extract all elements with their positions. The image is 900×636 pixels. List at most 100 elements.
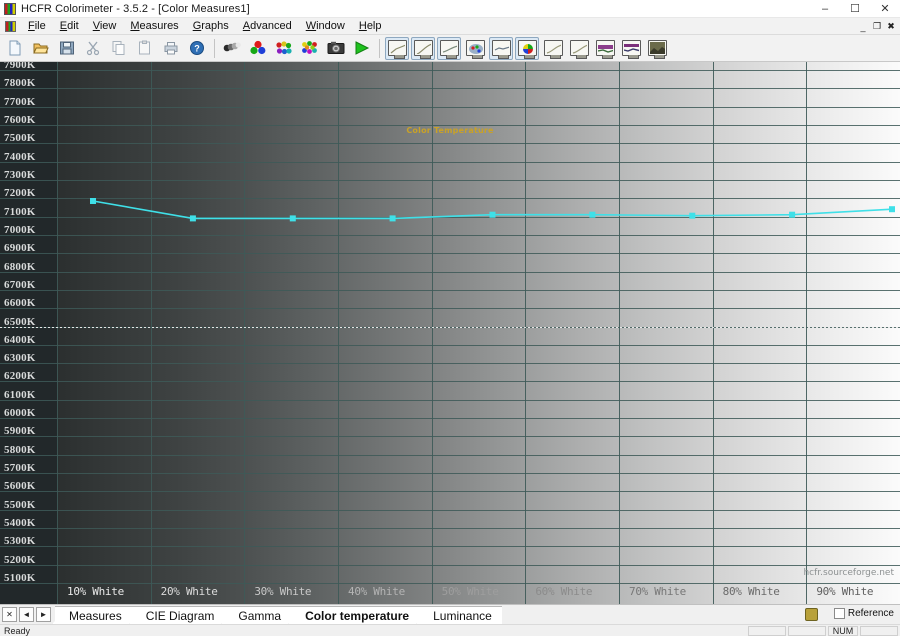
y-axis-tick-label: 7800K — [4, 77, 36, 90]
grayscale-measure-button[interactable] — [220, 37, 244, 60]
open-folder-icon — [33, 43, 49, 54]
mdi-close-button[interactable]: ✖ — [884, 20, 898, 34]
status-cell-1 — [748, 625, 786, 636]
y-axis-tick-label: 5800K — [4, 443, 36, 456]
reference-checkbox-group[interactable]: Reference — [833, 608, 894, 619]
svg-text:?: ? — [194, 44, 200, 54]
menu-file-rest: ile — [34, 20, 46, 32]
help-button[interactable]: ? — [185, 37, 209, 60]
y-axis-tick-label: 5900K — [4, 425, 36, 438]
tab-label: Luminance — [433, 608, 492, 623]
reference-label: Reference — [847, 608, 894, 619]
x-axis-tick-label: 40% White — [348, 585, 405, 598]
monitor-curve-icon — [491, 40, 511, 59]
menu-item-edit[interactable]: Edit — [53, 19, 86, 33]
reference-checkbox[interactable] — [833, 608, 845, 619]
tab-bar: ✕ ◄ ► Measures CIE Diagram Gamma Color temp… — [0, 604, 900, 625]
x-axis-tick-label: 70% White — [629, 585, 686, 598]
graph-extra2-button[interactable] — [567, 37, 591, 60]
y-axis-tick-label: 6700K — [4, 278, 36, 291]
save-button[interactable] — [55, 37, 79, 60]
graph-extra1-button[interactable] — [541, 37, 565, 60]
toolbar: ? — [0, 35, 900, 62]
colorchecker-measure-button[interactable] — [298, 37, 322, 60]
menu-help-rest: elp — [366, 20, 382, 32]
menu-view-rest: iew — [99, 20, 117, 32]
saturations-measure-button[interactable] — [272, 37, 296, 60]
monitor-curve-icon — [543, 40, 563, 59]
tab-cie-diagram[interactable]: CIE Diagram — [131, 605, 225, 625]
hcfr-logo-icon — [4, 2, 16, 15]
primaries-measure-button[interactable] — [246, 37, 270, 60]
tab-color-temperature[interactable]: Color temperature — [291, 605, 420, 625]
y-axis-tick-label: 5300K — [4, 535, 36, 548]
tab-luminance[interactable]: Luminance — [419, 605, 502, 625]
y-axis-tick-label: 6900K — [4, 242, 36, 255]
y-axis-tick-label: 5200K — [4, 553, 36, 566]
menu-item-graphs[interactable]: Graphs — [186, 19, 236, 33]
cut-button[interactable] — [81, 37, 105, 60]
y-axis-tick-label: 5400K — [4, 517, 36, 530]
menu-item-view[interactable]: View — [86, 19, 124, 33]
copy-button[interactable] — [107, 37, 131, 60]
y-axis-tick-label: 5700K — [4, 462, 36, 475]
tab-measures[interactable]: Measures — [55, 605, 132, 625]
menu-item-measures[interactable]: Measures — [123, 19, 185, 33]
y-axis-tick-label: 6800K — [4, 260, 36, 273]
title-bar: HCFR Colorimeter - 3.5.2 - [Color Measur… — [0, 0, 900, 18]
grayscale-spheres-icon — [223, 42, 241, 52]
mdi-minimize-button[interactable]: _ — [856, 20, 870, 34]
capture-button[interactable] — [324, 37, 348, 60]
y-axis-tick-label: 7000K — [4, 223, 36, 236]
color-temperature-chart[interactable]: 7900K 7800K 7700K 7600K 7500K 7400K 7300K 7200K… — [0, 62, 900, 604]
print-button[interactable] — [159, 37, 183, 60]
maximize-button[interactable]: ☐ — [840, 0, 870, 18]
tab-label: Color temperature — [305, 608, 410, 623]
paste-button[interactable] — [133, 37, 157, 60]
y-axis-tick-label: 7100K — [4, 205, 36, 218]
graph-histogram1-button[interactable] — [593, 37, 617, 60]
toolbar-separator-2 — [379, 38, 380, 58]
watermark-text: hcfr.sourceforge.net — [803, 568, 894, 578]
x-axis-tick-label: 30% White — [254, 585, 312, 598]
chart-title: Color Temperature — [406, 126, 494, 135]
y-axis-tick-label: 6400K — [4, 333, 36, 346]
x-axis-tick-label: 80% White — [722, 585, 780, 598]
graph-colortemp-button[interactable] — [489, 36, 513, 60]
graph-gamma-button[interactable] — [437, 36, 461, 60]
tab-close-button[interactable]: ✕ — [2, 607, 17, 622]
close-button[interactable]: ✕ — [870, 0, 900, 18]
tab-prev-button[interactable]: ◄ — [19, 607, 34, 622]
open-folder-button[interactable] — [29, 37, 53, 60]
monitor-histogram-icon — [595, 40, 615, 59]
y-axis-tick-label: 7900K — [4, 62, 36, 71]
x-axis-tick-label: 60% White — [535, 585, 593, 598]
window-title: HCFR Colorimeter - 3.5.2 - [Color Measur… — [21, 2, 250, 15]
menu-advanced-rest: dvanced — [250, 20, 292, 32]
new-document-button[interactable] — [3, 37, 27, 60]
menu-item-window[interactable]: Window — [299, 19, 352, 33]
graph-luminance-button[interactable] — [411, 36, 435, 60]
graph-rgb-levels-button[interactable] — [385, 36, 409, 60]
menu-item-file[interactable]: File — [21, 19, 53, 33]
x-axis-tick-label: 90% White — [816, 585, 874, 598]
y-axis-tick-label: 5500K — [4, 498, 36, 511]
graph-cie-button[interactable] — [463, 37, 487, 60]
y-axis-tick-label: 6100K — [4, 388, 36, 401]
bug-icon[interactable] — [805, 608, 818, 621]
tab-gamma[interactable]: Gamma — [224, 605, 292, 625]
menu-item-help[interactable]: Help — [352, 19, 389, 33]
x-axis-tick-label: 20% White — [160, 585, 218, 598]
tab-next-button[interactable]: ► — [36, 607, 51, 622]
graph-colorchecker-button[interactable] — [515, 36, 539, 60]
mdi-restore-button[interactable]: ❐ — [870, 20, 884, 34]
menu-item-advanced[interactable]: Advanced — [236, 19, 299, 33]
mdi-child-controls: _ ❐ ✖ — [856, 18, 898, 35]
colorchecker-spheres-icon — [302, 41, 317, 54]
y-axis-tick-label: 5100K — [4, 572, 36, 584]
tab-label: CIE Diagram — [145, 608, 215, 623]
graph-histogram2-button[interactable] — [619, 37, 643, 60]
minimize-button[interactable]: – — [810, 0, 840, 18]
run-button[interactable] — [350, 37, 374, 60]
graph-spectrum-button[interactable] — [645, 37, 669, 60]
